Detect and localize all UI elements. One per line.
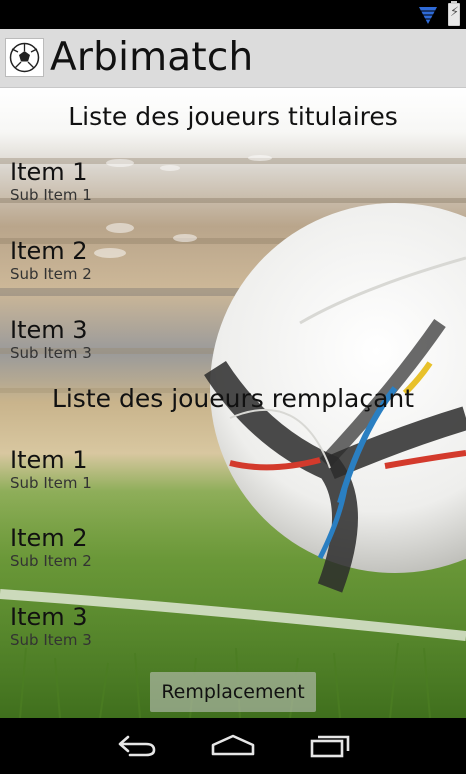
- app-title: Arbimatch: [50, 35, 254, 80]
- substitute-list-item-2[interactable]: Item 2 Sub Item 2: [10, 524, 310, 584]
- starter-list-item-2[interactable]: Item 2 Sub Item 2: [10, 237, 310, 297]
- replacement-button[interactable]: Remplacement: [150, 672, 316, 712]
- starter-list-item-3[interactable]: Item 3 Sub Item 3: [10, 316, 310, 376]
- battery-charging-icon: ⚡: [448, 1, 460, 26]
- recent-apps-icon[interactable]: [306, 732, 354, 760]
- item-title: Item 2: [10, 524, 88, 552]
- starter-list-item-1[interactable]: Item 1 Sub Item 1: [10, 158, 310, 218]
- item-subtitle: Sub Item 2: [10, 265, 92, 283]
- substitute-list-item-3[interactable]: Item 3 Sub Item 3: [10, 603, 310, 663]
- action-bar: Arbimatch: [0, 29, 466, 88]
- item-title: Item 3: [10, 316, 88, 344]
- screen: ⚡ Arbimatch Liste des joueurs titulaires…: [0, 0, 466, 774]
- starters-header: Liste des joueurs titulaires: [68, 102, 398, 131]
- main-content: Liste des joueurs titulaires Item 1 Sub …: [0, 88, 466, 718]
- item-subtitle: Sub Item 3: [10, 344, 92, 362]
- wifi-icon: [419, 7, 437, 24]
- item-subtitle: Sub Item 1: [10, 474, 92, 492]
- substitute-list-item-1[interactable]: Item 1 Sub Item 1: [10, 446, 310, 506]
- item-title: Item 1: [10, 446, 88, 474]
- soccer-ball-icon: [5, 38, 44, 77]
- home-icon[interactable]: [209, 732, 257, 760]
- back-icon[interactable]: [112, 732, 160, 760]
- substitutes-header: Liste des joueurs remplaçant: [51, 384, 415, 413]
- item-title: Item 2: [10, 237, 88, 265]
- status-bar: ⚡: [0, 0, 466, 29]
- item-subtitle: Sub Item 2: [10, 552, 92, 570]
- navigation-bar: [0, 718, 466, 774]
- item-subtitle: Sub Item 3: [10, 631, 92, 649]
- item-subtitle: Sub Item 1: [10, 186, 92, 204]
- item-title: Item 3: [10, 603, 88, 631]
- item-title: Item 1: [10, 158, 88, 186]
